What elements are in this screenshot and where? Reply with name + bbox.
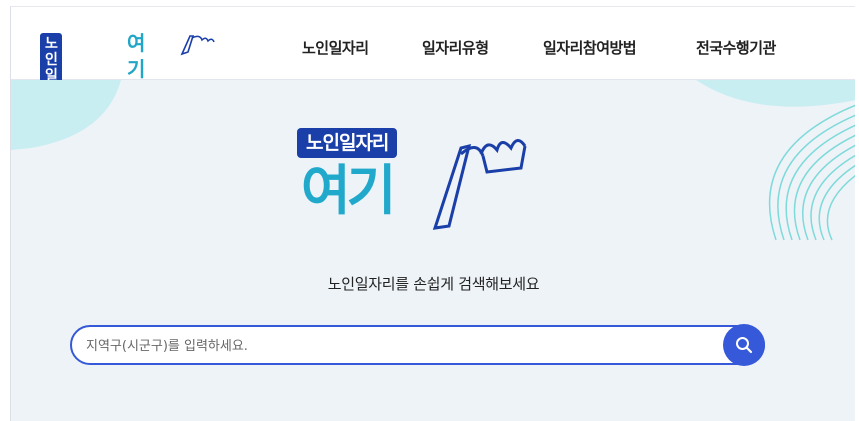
site-header: 노인일자리 여기 노인일자리 일자리유형 일자리참여방법 전국수행기관 [11, 7, 855, 119]
nav-item-agencies[interactable]: 전국수행기관 [696, 37, 776, 58]
nav-item-job-types[interactable]: 일자리유형 [422, 37, 489, 58]
page-frame: 노인일자리 여기 노인일자리 일자리유형 일자리참여방법 전국수행기관 [10, 6, 855, 421]
search-bar [70, 324, 765, 366]
nav-item-how-to-join[interactable]: 일자리참여방법 [543, 37, 637, 58]
hero-tagline: 노인일자리를 손쉽게 검색해보세요 [327, 275, 540, 293]
decoration-wave-left [11, 80, 121, 150]
hero-logo-yeogi: 여기 [301, 159, 396, 222]
hero-logo: 노인일자리 여기 [297, 128, 557, 234]
search-button[interactable] [723, 324, 765, 366]
hero-section: 노인일자리 여기 노인일자리를 손쉽게 검색해보세요 [11, 80, 855, 421]
decoration-rings-right [696, 80, 855, 241]
hero-logo-badge: 노인일자리 [297, 128, 398, 158]
hero-finger-icon [432, 139, 527, 230]
search-input[interactable] [84, 327, 708, 365]
nav-item-senior-jobs[interactable]: 노인일자리 [302, 37, 369, 58]
search-icon [736, 337, 753, 354]
main-nav: 노인일자리 일자리유형 일자리참여방법 전국수행기관 [11, 7, 855, 79]
